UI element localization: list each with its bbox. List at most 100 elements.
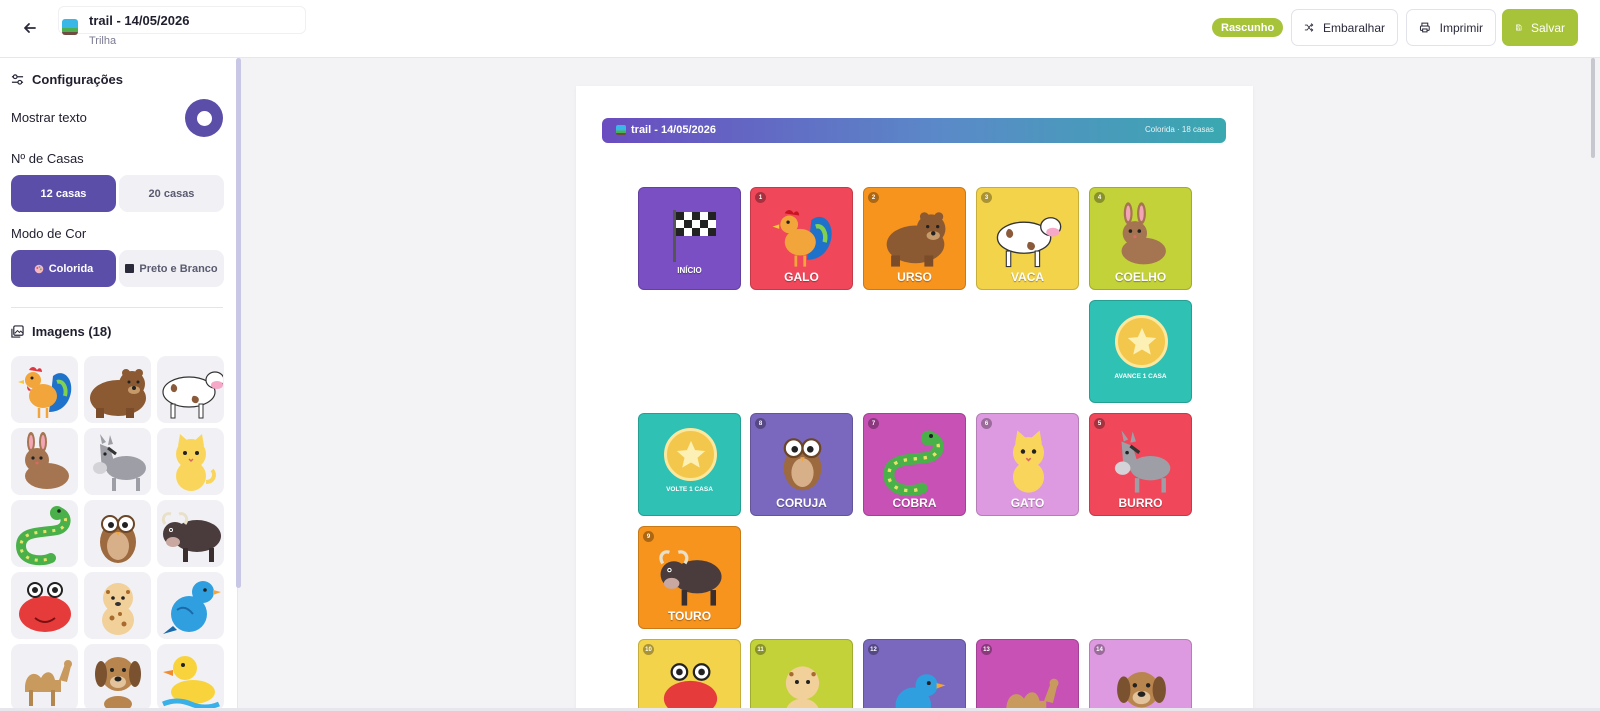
tile-7[interactable]: 7 COBRA <box>863 413 966 516</box>
bear-icon <box>89 368 146 418</box>
image-thumb-cachorro[interactable] <box>84 644 151 711</box>
image-thumb-vaca[interactable] <box>157 356 224 423</box>
owl-icon <box>99 514 136 563</box>
tile-label: VOLTE 1 CASA <box>666 486 713 493</box>
donkey-icon <box>92 433 146 491</box>
rooster-icon <box>17 366 71 418</box>
checkered-flag-icon <box>673 210 716 262</box>
arrow-left-icon <box>24 23 36 33</box>
sliders-icon <box>11 74 24 85</box>
image-thumb-camelo[interactable] <box>11 644 78 711</box>
sidebar-divider <box>11 307 223 308</box>
page-scrollbar[interactable] <box>1591 58 1595 158</box>
tile-label: COBRA <box>892 496 937 510</box>
tile-number: 8 <box>755 418 766 429</box>
image-thumb-caranguejo[interactable] <box>11 572 78 639</box>
duck-icon <box>161 655 220 709</box>
sidebar-scrollbar[interactable] <box>236 58 241 588</box>
save-label: Salvar <box>1530 20 1565 35</box>
image-thumb-leopardo[interactable] <box>84 572 151 639</box>
cells-option-12[interactable]: 12 casas <box>11 175 116 212</box>
leopard-icon <box>101 582 134 635</box>
tile-label: VACA <box>1010 270 1045 284</box>
cells-label: Nº de Casas <box>11 151 84 166</box>
image-thumb-passaro[interactable] <box>157 572 224 639</box>
image-thumb-galo[interactable] <box>11 356 78 423</box>
tile-13[interactable]: 13 <box>976 639 1079 711</box>
tile-number: 10 <box>643 644 654 655</box>
tile-10[interactable]: 10 <box>638 639 741 711</box>
tile-label: COELHO <box>1114 270 1167 284</box>
tile-number: 3 <box>981 192 992 203</box>
tile-8[interactable]: 8 CORUJA <box>750 413 853 516</box>
print-label: Imprimir <box>1439 20 1483 35</box>
tile-number: 5 <box>1094 418 1105 429</box>
show-text-toggle[interactable] <box>185 99 223 137</box>
snake-icon <box>15 505 70 565</box>
tile-label: CORUJA <box>776 496 827 510</box>
tile-5[interactable]: 5 BURRO <box>1089 413 1192 516</box>
black-square-icon <box>125 264 135 273</box>
tile-11[interactable]: 11 <box>750 639 853 711</box>
document-thumbnail-icon <box>62 19 78 35</box>
shuffle-icon <box>1304 23 1314 32</box>
tile-2[interactable]: 2 URSO <box>863 187 966 290</box>
image-thumb-burro[interactable] <box>84 428 151 495</box>
camel-icon <box>1006 678 1059 711</box>
print-button[interactable]: Imprimir <box>1406 9 1496 46</box>
star-icon <box>1127 327 1156 355</box>
tile-4[interactable]: 4 COELHO <box>1089 187 1192 290</box>
cow-icon <box>161 370 223 418</box>
show-text-label: Mostrar texto <box>11 110 87 125</box>
document-type: Trilha <box>89 35 117 47</box>
image-thumb-coelho[interactable] <box>11 428 78 495</box>
printer-icon <box>1419 22 1430 33</box>
tile-label: INÍCIO <box>677 266 702 275</box>
settings-heading: Configurações <box>11 72 123 87</box>
tile-label: BURRO <box>1118 496 1163 510</box>
tile-advance[interactable]: AVANCE 1 CASA <box>1089 300 1192 403</box>
image-thumb-pato[interactable] <box>157 644 224 711</box>
tile-number: 12 <box>868 644 879 655</box>
tile-back[interactable]: VOLTE 1 CASA <box>638 413 741 516</box>
bird-icon <box>895 674 946 711</box>
color-option-preto-branco[interactable]: Preto e Branco <box>119 250 224 287</box>
tile-label: GATO <box>1010 496 1045 510</box>
images-title: Imagens (18) <box>32 324 112 339</box>
back-button[interactable] <box>18 16 42 40</box>
cells-option-20[interactable]: 20 casas <box>119 175 224 212</box>
tile-number: 2 <box>868 192 879 203</box>
image-thumb-gato[interactable] <box>157 428 224 495</box>
rooster-icon <box>772 209 832 267</box>
image-thumb-urso[interactable] <box>84 356 151 423</box>
leopard-icon <box>785 666 820 711</box>
tile-number: 1 <box>755 192 766 203</box>
top-bar: trail - 14/05/2026 Trilha Rascunho Embar… <box>0 0 1600 58</box>
cow-icon <box>996 217 1062 268</box>
shuffle-button[interactable]: Embaralhar <box>1291 9 1398 46</box>
tile-6[interactable]: 6 GATO <box>976 413 1079 516</box>
banner-title: trail - 14/05/2026 <box>631 124 717 136</box>
image-thumb-coruja[interactable] <box>84 500 151 567</box>
tile-start[interactable]: INÍCIO <box>638 187 741 290</box>
toggle-knob <box>196 110 212 126</box>
document-title[interactable]: trail - 14/05/2026 <box>89 13 189 28</box>
color-option-colorida[interactable]: Colorida <box>11 250 116 287</box>
tile-14[interactable]: 14 <box>1089 639 1192 711</box>
tile-label: TOURO <box>667 609 712 623</box>
preto-branco-label: Preto e Branco <box>139 262 218 275</box>
tile-1[interactable]: 1 GALO <box>750 187 853 290</box>
banner-info: Colorida · 18 casas <box>1145 125 1214 134</box>
image-thumb-touro[interactable] <box>157 500 224 567</box>
tile-12[interactable]: 12 <box>863 639 966 711</box>
dog-icon <box>94 656 141 710</box>
bull-icon <box>161 511 221 562</box>
image-thumb-cobra[interactable] <box>11 500 78 567</box>
color-mode-label: Modo de Cor <box>11 226 87 241</box>
save-button[interactable]: Salvar <box>1502 9 1578 46</box>
dog-icon <box>1117 671 1166 708</box>
tile-9[interactable]: 9 TOURO <box>638 526 741 629</box>
tile-label: URSO <box>897 270 932 284</box>
settings-title: Configurações <box>32 72 124 87</box>
tile-3[interactable]: 3 VACA <box>976 187 1079 290</box>
